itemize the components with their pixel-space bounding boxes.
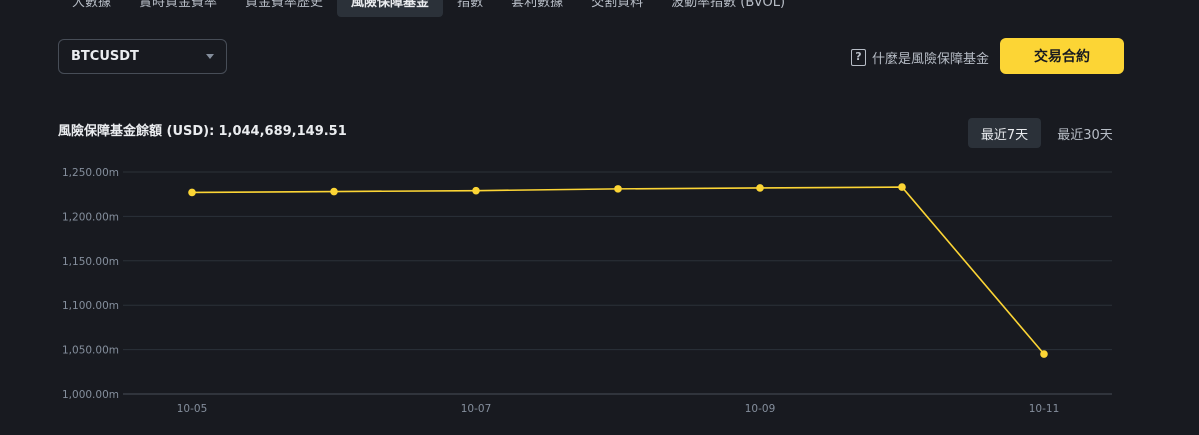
- tab-big-data[interactable]: 大數據: [58, 0, 125, 17]
- y-tick-label: 1,000.00m: [62, 389, 119, 401]
- y-tick-label: 1,150.00m: [62, 256, 119, 268]
- x-tick-label: 10-07: [461, 403, 492, 415]
- y-tick-label: 1,050.00m: [62, 345, 119, 357]
- tab-volatility-index[interactable]: 波動率指數 (BVOL): [657, 0, 799, 17]
- range-30-days-button[interactable]: 最近30天: [1050, 118, 1120, 148]
- data-point[interactable]: [756, 184, 764, 192]
- chevron-down-icon: [206, 54, 214, 59]
- symbol-dropdown[interactable]: BTCUSDT: [58, 39, 227, 74]
- top-tabs: 大數據 實時資金費率 資金費率歷史 風險保障基金 指數 套利數據 交割資料 波動…: [58, 0, 799, 17]
- tab-insurance-fund[interactable]: 風險保障基金: [337, 0, 444, 17]
- fund-balance: 風險保障基金餘額 (USD): 1,044,689,149.51: [58, 120, 347, 139]
- y-axis-labels: 1,250.00m 1,200.00m 1,150.00m 1,100.00m 1,05…: [62, 167, 119, 401]
- tab-delivery-data[interactable]: 交割資料: [577, 0, 657, 17]
- trade-futures-button[interactable]: 交易合約: [1000, 38, 1124, 74]
- chart-grid: [123, 171, 1112, 395]
- data-point[interactable]: [614, 185, 622, 193]
- y-tick-label: 1,250.00m: [62, 167, 119, 179]
- data-point[interactable]: [188, 188, 196, 197]
- chart-series: [191, 186, 1045, 355]
- question-book-icon: ?: [851, 48, 866, 66]
- data-point[interactable]: [330, 187, 338, 196]
- range-7-days-button[interactable]: 最近7天: [968, 118, 1041, 148]
- tab-index[interactable]: 指數: [443, 0, 497, 17]
- insurance-fund-chart: 1,250.00m 1,200.00m 1,150.00m 1,100.00m 1,05…: [62, 167, 1112, 415]
- y-tick-label: 1,100.00m: [62, 300, 119, 312]
- risk-fund-page: 大數據 實時資金費率 資金費率歷史 風險保障基金 指數 套利數據 交割資料 波動…: [0, 0, 1199, 435]
- x-tick-label: 10-05: [177, 403, 208, 415]
- what-is-insurance-fund-link[interactable]: ? 什麼是風險保障基金: [851, 47, 989, 67]
- x-tick-label: 10-09: [745, 403, 776, 415]
- data-point[interactable]: [898, 183, 906, 191]
- data-point[interactable]: [472, 186, 480, 195]
- tab-funding-rate-history[interactable]: 資金費率歷史: [231, 0, 337, 17]
- fund-balance-label: 風險保障基金餘額 (USD):: [58, 124, 215, 139]
- y-tick-label: 1,200.00m: [62, 211, 119, 223]
- data-point[interactable]: [1040, 350, 1048, 358]
- tab-realtime-funding-rate[interactable]: 實時資金費率: [125, 0, 231, 17]
- help-link-label: 什麼是風險保障基金: [872, 51, 990, 67]
- series-line: [191, 186, 1045, 355]
- x-tick-label: 10-11: [1029, 403, 1060, 415]
- symbol-value: BTCUSDT: [71, 49, 139, 64]
- fund-balance-value: 1,044,689,149.51: [218, 124, 347, 139]
- tab-arbitrage-data[interactable]: 套利數據: [497, 0, 577, 17]
- x-axis-labels: 10-05 10-07 10-09 10-11: [177, 403, 1060, 415]
- chart-points: [188, 183, 1048, 358]
